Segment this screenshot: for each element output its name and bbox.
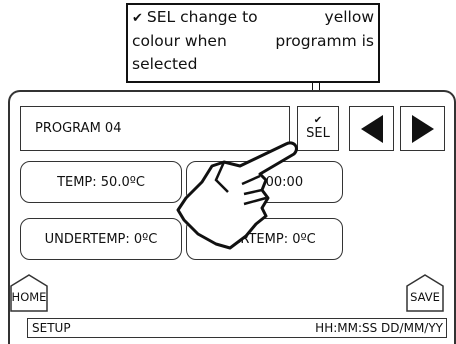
next-program-button[interactable] (400, 106, 445, 151)
annotation-callout: ✔ SEL change to yellow colour when progra… (126, 3, 380, 83)
status-datetime: HH:MM:SS DD/MM/YY (315, 321, 443, 335)
callout-text-3: selected (132, 55, 198, 73)
status-mode: SETUP (32, 321, 71, 335)
callout-text-1b: yellow (324, 8, 374, 26)
temp-value: TEMP: 50.0ºC (57, 174, 145, 190)
left-arrow-icon (360, 114, 383, 143)
prev-program-button[interactable] (349, 106, 394, 151)
undertemp-value: UNDERTEMP: 0ºC (44, 231, 158, 247)
pointing-hand-icon (176, 141, 298, 250)
check-icon: ✔ (132, 11, 143, 26)
check-icon: ✔ (313, 115, 323, 126)
callout-text-2b: programm is (275, 32, 374, 50)
program-label: PROGRAM 04 (35, 121, 122, 136)
right-arrow-icon (411, 114, 434, 143)
sel-button-label: SEL (306, 126, 330, 141)
temp-field[interactable]: TEMP: 50.0ºC (20, 161, 182, 203)
callout-text-1a: SEL change to (146, 8, 258, 26)
save-button-label: SAVE (410, 290, 440, 304)
sel-button[interactable]: ✔ SEL (297, 106, 339, 151)
home-button[interactable]: HOME (10, 274, 48, 312)
save-button[interactable]: SAVE (406, 274, 444, 312)
status-bar: SETUP HH:MM:SS DD/MM/YY (27, 318, 447, 338)
callout-text-2a: colour when (132, 32, 227, 50)
undertemp-field[interactable]: UNDERTEMP: 0ºC (20, 218, 182, 260)
home-button-label: HOME (11, 290, 47, 304)
